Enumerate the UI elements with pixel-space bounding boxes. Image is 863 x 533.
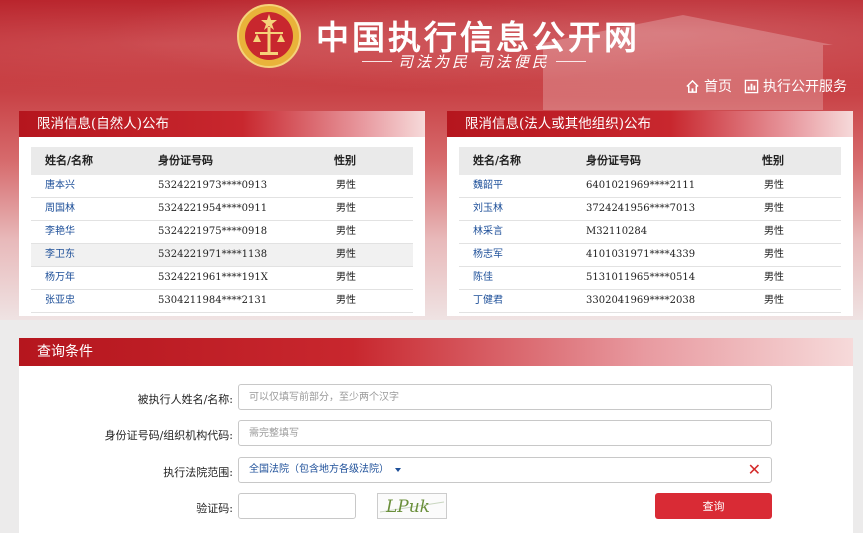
org-name-link[interactable]: 刘玉林	[459, 198, 586, 220]
nav-execution-service[interactable]: 执行公开服务	[744, 76, 847, 96]
name-label: 被执行人姓名/名称:	[137, 393, 233, 406]
captcha-image[interactable]: LPuk	[377, 493, 447, 519]
home-icon	[686, 79, 699, 93]
table-header: 姓名/名称 身份证号码 性别	[31, 147, 413, 175]
gender: 男性	[764, 272, 784, 283]
table-row: 李艳华 5324221975****0918 男性	[31, 221, 413, 244]
table-row: 唐本兴 5324221973****0913 男性	[31, 175, 413, 198]
site-slogan: 司法为民 司法便民	[362, 51, 586, 72]
captcha-text: LPuk	[385, 497, 430, 517]
org-name-link[interactable]: 丁健君	[459, 290, 586, 312]
org-name-link[interactable]: 陈佳	[459, 267, 586, 289]
gender: 男性	[764, 226, 784, 237]
table-row: 杨万年 5324221961****191X 男性	[31, 267, 413, 290]
col-name: 姓名/名称	[45, 154, 94, 167]
id-number: 5131011965****0514	[586, 272, 696, 283]
persons-table: 姓名/名称 身份证号码 性别 唐本兴 5324221973****0913 男性…	[31, 147, 413, 313]
table-row: 杨志军 4101031971****4339 男性	[459, 244, 841, 267]
search-button[interactable]: 查询	[655, 493, 772, 519]
divider	[555, 61, 586, 62]
gender: 男性	[336, 226, 356, 237]
orgs-table: 姓名/名称 身份证号码 性别 魏韶平 6401021969****2111 男性…	[459, 147, 841, 313]
table-header: 姓名/名称 身份证号码 性别	[459, 147, 841, 175]
col-gender: 性别	[762, 154, 784, 167]
id-input[interactable]	[238, 420, 772, 446]
person-name-link[interactable]: 杨万年	[31, 267, 158, 289]
caret-down-icon	[395, 468, 401, 472]
divider	[362, 61, 392, 62]
gender: 男性	[764, 249, 784, 260]
id-number: 5324221971****1138	[158, 249, 268, 260]
chart-icon	[744, 79, 759, 93]
table-row: 丁健君 3302041969****2038 男性	[459, 290, 841, 313]
orgs-panel-title: 限消信息(法人或其他组织)公布	[447, 111, 853, 137]
court-label: 执行法院范围:	[163, 466, 233, 479]
gender: 男性	[336, 272, 356, 283]
captcha-text-graphic: LPuk	[379, 497, 445, 517]
gender: 男性	[764, 295, 784, 306]
query-panel-title: 查询条件	[19, 338, 853, 366]
orgs-panel: 限消信息(法人或其他组织)公布 姓名/名称 身份证号码 性别 魏韶平 64010…	[447, 111, 853, 316]
col-id: 身份证号码	[586, 154, 641, 167]
person-name-link[interactable]: 唐本兴	[31, 175, 158, 197]
org-name-link[interactable]: 林采言	[459, 221, 586, 243]
clear-icon[interactable]: ✕	[748, 458, 761, 482]
id-number: M32110284	[586, 226, 648, 237]
court-select-value: 全国法院（包含地方各级法院）	[249, 464, 389, 475]
nav-execution-service-label: 执行公开服务	[763, 79, 847, 95]
person-name-link[interactable]: 李艳华	[31, 221, 158, 243]
top-nav: 首页 执行公开服务	[685, 76, 847, 96]
gender: 男性	[336, 249, 356, 260]
table-row: 魏韶平 6401021969****2111 男性	[459, 175, 841, 198]
person-name-link[interactable]: 李卫东	[31, 244, 158, 266]
nav-home-label: 首页	[704, 79, 732, 95]
org-name-link[interactable]: 杨志军	[459, 244, 586, 266]
slogan-text: 司法为民 司法便民	[398, 53, 550, 71]
gender: 男性	[336, 295, 356, 306]
col-id: 身份证号码	[158, 154, 213, 167]
captcha-input[interactable]	[238, 493, 356, 519]
id-number: 3302041969****2038	[586, 295, 696, 306]
person-name-link[interactable]: 张亚忠	[31, 290, 158, 312]
table-row: 周国林 5324221954****0911 男性	[31, 198, 413, 221]
gender: 男性	[764, 203, 784, 214]
nav-home[interactable]: 首页	[685, 76, 732, 96]
col-gender: 性别	[334, 154, 356, 167]
query-panel: 查询条件 被执行人姓名/名称: 身份证号码/组织机构代码: 执行法院范围: 全国…	[19, 338, 853, 533]
court-emblem-icon	[237, 4, 301, 68]
person-name-link[interactable]: 周国林	[31, 198, 158, 220]
court-select[interactable]: 全国法院（包含地方各级法院） ✕	[238, 457, 772, 483]
table-row: 陈佳 5131011965****0514 男性	[459, 267, 841, 290]
org-name-link[interactable]: 魏韶平	[459, 175, 586, 197]
id-number: 4101031971****4339	[586, 249, 696, 260]
id-number: 5324221975****0918	[158, 226, 268, 237]
table-row: 林采言 M32110284 男性	[459, 221, 841, 244]
col-name: 姓名/名称	[473, 154, 522, 167]
table-row: 李卫东 5324221971****1138 男性	[31, 244, 413, 267]
id-number: 3724241956****7013	[586, 203, 696, 214]
captcha-label: 验证码:	[196, 502, 233, 515]
persons-panel: 限消信息(自然人)公布 姓名/名称 身份证号码 性别 唐本兴 532422197…	[19, 111, 425, 316]
id-number: 5324221973****0913	[158, 180, 268, 191]
table-row: 张亚忠 5304211984****2131 男性	[31, 290, 413, 313]
name-input[interactable]	[238, 384, 772, 410]
persons-panel-title: 限消信息(自然人)公布	[19, 111, 425, 137]
id-number: 6401021969****2111	[586, 180, 696, 191]
id-number: 5304211984****2131	[158, 295, 268, 306]
id-label: 身份证号码/组织机构代码:	[104, 429, 233, 442]
table-row: 刘玉林 3724241956****7013 男性	[459, 198, 841, 221]
id-number: 5324221961****191X	[158, 272, 268, 283]
gender: 男性	[336, 180, 356, 191]
id-number: 5324221954****0911	[158, 203, 268, 214]
gender: 男性	[764, 180, 784, 191]
gender: 男性	[336, 203, 356, 214]
